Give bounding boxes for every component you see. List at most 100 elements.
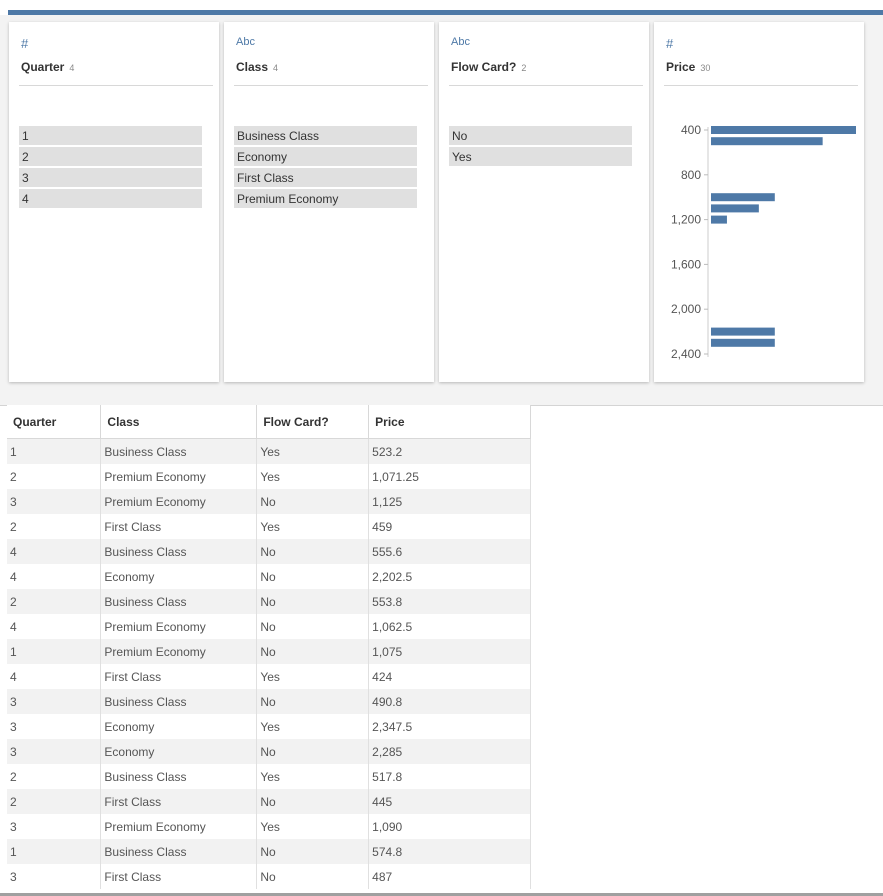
cell-class[interactable]: Business Class (100, 764, 258, 789)
cell-price[interactable]: 517.8 (368, 764, 531, 789)
cell-flow-card[interactable]: No (256, 489, 370, 514)
cell-class[interactable]: Business Class (100, 689, 258, 714)
table-row[interactable]: 2 Business Class No 553.8 (7, 589, 531, 614)
cell-price[interactable]: 487 (368, 864, 531, 889)
cell-class[interactable]: Premium Economy (100, 814, 258, 839)
cell-flow-card[interactable]: Yes (256, 714, 370, 739)
cell-class[interactable]: Economy (100, 564, 258, 589)
histogram-bar[interactable] (711, 137, 823, 146)
cell-class[interactable]: First Class (100, 864, 258, 889)
cell-quarter[interactable]: 3 (7, 739, 102, 764)
cell-class[interactable]: Business Class (100, 438, 258, 464)
value-bar[interactable]: First Class (234, 168, 417, 187)
cell-price[interactable]: 553.8 (368, 589, 531, 614)
cell-flow-card[interactable]: Yes (256, 764, 370, 789)
histogram-bar[interactable] (711, 215, 727, 224)
cell-flow-card[interactable]: Yes (256, 438, 370, 464)
cell-price[interactable]: 490.8 (368, 689, 531, 714)
cell-class[interactable]: First Class (100, 789, 258, 814)
cell-class[interactable]: Economy (100, 714, 258, 739)
value-bar[interactable]: 3 (19, 168, 202, 187)
cell-price[interactable]: 2,347.5 (368, 714, 531, 739)
column-header-class[interactable]: Class (100, 405, 258, 439)
profile-card-quarter[interactable]: # Quarter 4 1 2 3 4 (9, 22, 219, 382)
histogram-bar[interactable] (711, 327, 775, 336)
table-row[interactable]: 3 Premium Economy No 1,125 (7, 489, 531, 514)
table-row[interactable]: 2 First Class No 445 (7, 789, 531, 814)
cell-quarter[interactable]: 2 (7, 589, 102, 614)
table-row[interactable]: 1 Premium Economy No 1,075 (7, 639, 531, 664)
cell-price[interactable]: 2,285 (368, 739, 531, 764)
column-header-quarter[interactable]: Quarter (7, 405, 102, 439)
cell-class[interactable]: Premium Economy (100, 489, 258, 514)
cell-flow-card[interactable]: No (256, 739, 370, 764)
field-name[interactable]: Flow Card? 2 (451, 60, 526, 74)
cell-quarter[interactable]: 4 (7, 614, 102, 639)
cell-price[interactable]: 1,125 (368, 489, 531, 514)
cell-class[interactable]: Economy (100, 739, 258, 764)
cell-flow-card[interactable]: No (256, 839, 370, 864)
table-row[interactable]: 3 Economy No 2,285 (7, 739, 531, 764)
value-bar[interactable]: 2 (19, 147, 202, 166)
cell-price[interactable]: 2,202.5 (368, 564, 531, 589)
cell-class[interactable]: Business Class (100, 839, 258, 864)
cell-class[interactable]: Business Class (100, 539, 258, 564)
column-header-flow-card[interactable]: Flow Card? (256, 405, 370, 439)
cell-quarter[interactable]: 4 (7, 564, 102, 589)
cell-flow-card[interactable]: Yes (256, 814, 370, 839)
cell-quarter[interactable]: 3 (7, 864, 102, 889)
cell-flow-card[interactable]: Yes (256, 664, 370, 689)
cell-class[interactable]: Premium Economy (100, 614, 258, 639)
value-bar[interactable]: 1 (19, 126, 202, 145)
cell-quarter[interactable]: 2 (7, 764, 102, 789)
table-row[interactable]: 2 First Class Yes 459 (7, 514, 531, 539)
value-bar[interactable]: Economy (234, 147, 417, 166)
table-row[interactable]: 4 Economy No 2,202.5 (7, 564, 531, 589)
table-row[interactable]: 3 Economy Yes 2,347.5 (7, 714, 531, 739)
cell-class[interactable]: Business Class (100, 589, 258, 614)
table-row[interactable]: 3 Premium Economy Yes 1,090 (7, 814, 531, 839)
cell-quarter[interactable]: 2 (7, 789, 102, 814)
cell-flow-card[interactable]: No (256, 689, 370, 714)
cell-flow-card[interactable]: No (256, 614, 370, 639)
cell-quarter[interactable]: 2 (7, 514, 102, 539)
value-bar[interactable]: No (449, 126, 632, 145)
cell-flow-card[interactable]: No (256, 589, 370, 614)
histogram-bar[interactable] (711, 204, 759, 213)
cell-quarter[interactable]: 1 (7, 438, 102, 464)
cell-price[interactable]: 1,071.25 (368, 464, 531, 489)
table-row[interactable]: 4 First Class Yes 424 (7, 664, 531, 689)
table-row[interactable]: 3 Business Class No 490.8 (7, 689, 531, 714)
table-row[interactable]: 1 Business Class No 574.8 (7, 839, 531, 864)
cell-quarter[interactable]: 1 (7, 639, 102, 664)
cell-flow-card[interactable]: No (256, 789, 370, 814)
value-bar[interactable]: Business Class (234, 126, 417, 145)
cell-flow-card[interactable]: No (256, 539, 370, 564)
profile-card-flow-card[interactable]: Abc Flow Card? 2 No Yes (439, 22, 649, 382)
cell-quarter[interactable]: 4 (7, 664, 102, 689)
cell-class[interactable]: First Class (100, 514, 258, 539)
cell-quarter[interactable]: 1 (7, 839, 102, 864)
table-row[interactable]: 4 Premium Economy No 1,062.5 (7, 614, 531, 639)
profile-card-price[interactable]: # Price 30 400 800 1,200 1,600 2,000 2,400 (654, 22, 864, 382)
cell-price[interactable]: 555.6 (368, 539, 531, 564)
cell-quarter[interactable]: 2 (7, 464, 102, 489)
cell-quarter[interactable]: 3 (7, 689, 102, 714)
cell-class[interactable]: Premium Economy (100, 464, 258, 489)
cell-quarter[interactable]: 3 (7, 814, 102, 839)
cell-quarter[interactable]: 3 (7, 714, 102, 739)
cell-price[interactable]: 574.8 (368, 839, 531, 864)
cell-quarter[interactable]: 4 (7, 539, 102, 564)
cell-quarter[interactable]: 3 (7, 489, 102, 514)
field-name[interactable]: Class 4 (236, 60, 278, 74)
cell-price[interactable]: 1,090 (368, 814, 531, 839)
value-bar[interactable]: Yes (449, 147, 632, 166)
cell-flow-card[interactable]: No (256, 564, 370, 589)
cell-flow-card[interactable]: Yes (256, 514, 370, 539)
profile-card-class[interactable]: Abc Class 4 Business Class Economy First … (224, 22, 434, 382)
histogram-bar[interactable] (711, 126, 856, 134)
table-row[interactable]: 2 Premium Economy Yes 1,071.25 (7, 464, 531, 489)
cell-price[interactable]: 445 (368, 789, 531, 814)
cell-price[interactable]: 523.2 (368, 438, 531, 464)
histogram-bar[interactable] (711, 338, 775, 347)
